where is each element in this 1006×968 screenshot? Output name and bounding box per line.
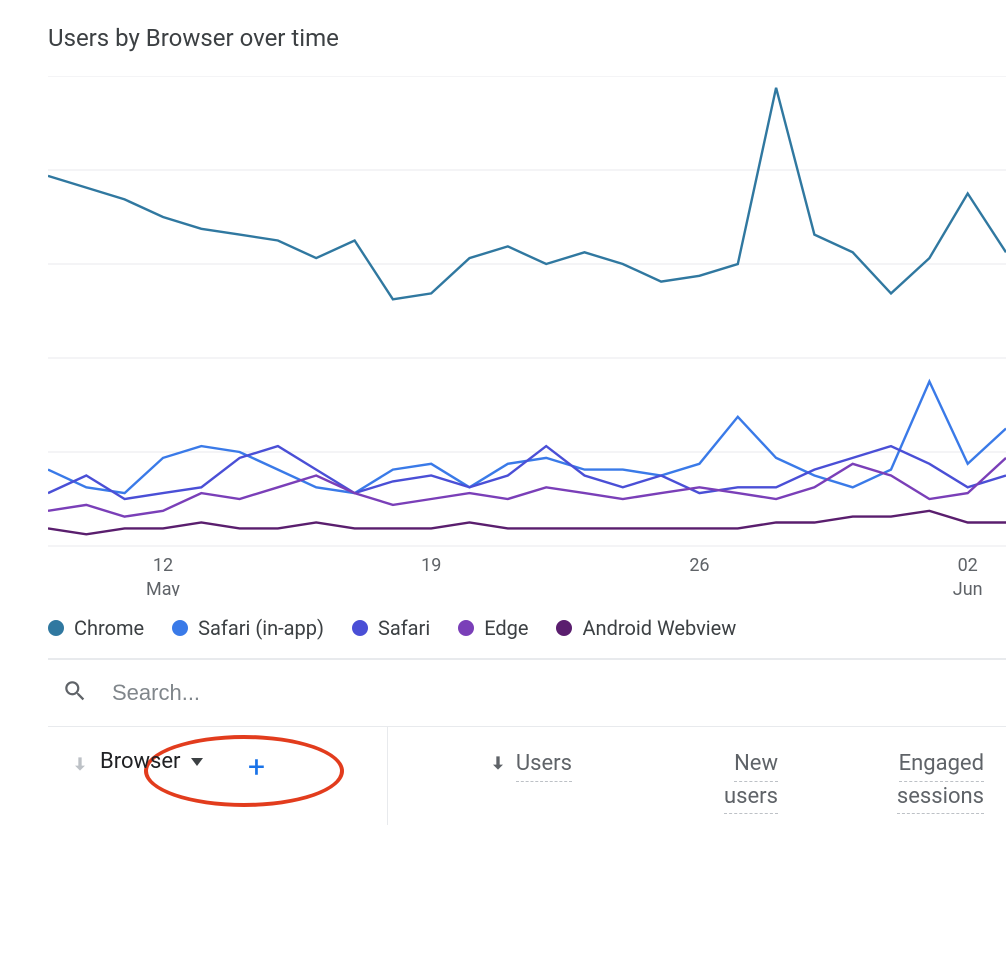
chart-title: Users by Browser over time — [48, 24, 1006, 52]
dimension-selector[interactable]: Browser — [70, 749, 203, 774]
sort-desc-icon — [70, 754, 90, 774]
legend-swatch — [172, 620, 188, 636]
chart-legend: Chrome Safari (in-app) Safari Edge Android W… — [48, 596, 1006, 658]
dimension-label: Browser — [100, 749, 181, 774]
line-chart[interactable]: 12 May 19 26 02 Jun — [48, 76, 1006, 596]
column-header-engaged-sessions[interactable]: Engagedsessions — [800, 727, 1006, 854]
metric-label: Users — [516, 749, 572, 782]
column-header-users[interactable]: Users — [388, 727, 594, 822]
legend-label: Safari (in-app) — [198, 616, 324, 640]
legend-item[interactable]: Android Webview — [556, 616, 736, 640]
legend-label: Edge — [484, 616, 528, 640]
svg-text:19: 19 — [421, 555, 441, 576]
svg-text:26: 26 — [689, 555, 709, 576]
legend-item[interactable]: Safari — [352, 616, 430, 640]
metric-label: Engagedsessions — [897, 749, 984, 814]
svg-text:02: 02 — [958, 555, 978, 576]
metric-label: Newusers — [724, 749, 778, 814]
svg-text:Jun: Jun — [953, 579, 983, 596]
legend-label: Android Webview — [582, 616, 736, 640]
legend-label: Safari — [378, 616, 430, 640]
search-row[interactable] — [48, 659, 1006, 727]
column-header-new-users[interactable]: Newusers — [594, 727, 800, 854]
legend-swatch — [458, 620, 474, 636]
svg-text:12: 12 — [153, 555, 173, 576]
add-dimension-button[interactable]: + — [239, 749, 275, 785]
legend-swatch — [352, 620, 368, 636]
search-input[interactable] — [110, 679, 1006, 707]
legend-swatch — [48, 620, 64, 636]
legend-swatch — [556, 620, 572, 636]
sort-desc-icon — [488, 753, 508, 773]
svg-text:May: May — [146, 579, 180, 596]
legend-label: Chrome — [74, 616, 144, 640]
legend-item[interactable]: Safari (in-app) — [172, 616, 324, 640]
table-header: Browser + Users Newusers Engagedsessions — [48, 727, 1006, 854]
search-icon — [62, 678, 88, 708]
legend-item[interactable]: Edge — [458, 616, 528, 640]
legend-item[interactable]: Chrome — [48, 616, 144, 640]
caret-down-icon — [191, 758, 203, 766]
